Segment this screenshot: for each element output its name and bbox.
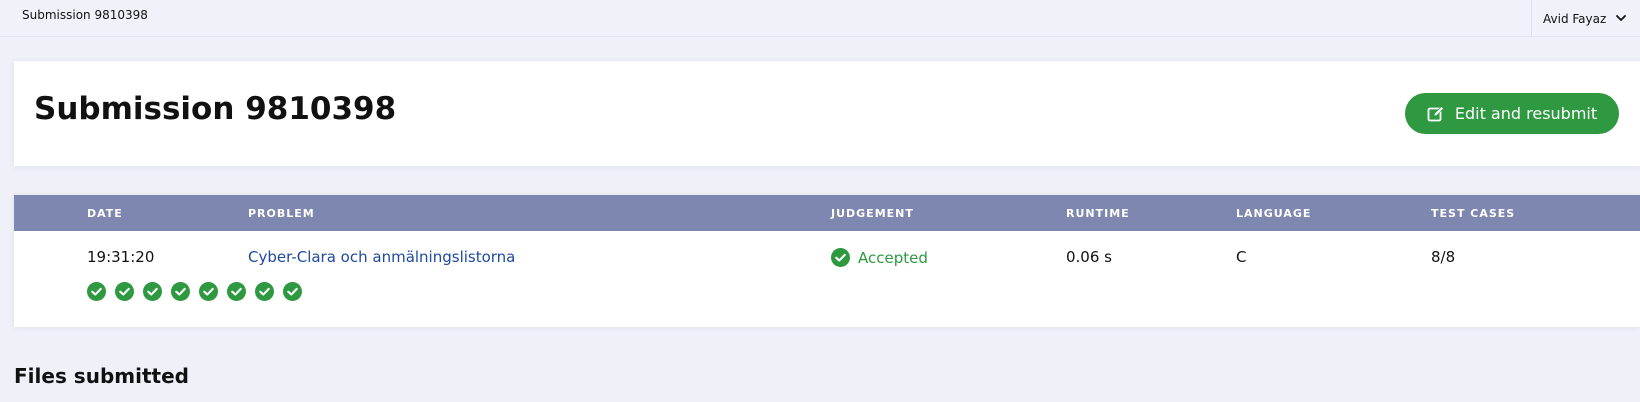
user-name: Avid Fayaz bbox=[1543, 11, 1607, 26]
top-bar: Submission 9810398 Avid Fayaz bbox=[0, 0, 1640, 37]
test-case-1-check-icon[interactable] bbox=[87, 282, 106, 301]
cell-runtime: 0.06 s bbox=[1066, 248, 1112, 266]
page-title: Submission 9810398 bbox=[34, 91, 397, 127]
edit-icon bbox=[1427, 105, 1444, 121]
cell-date: 19:31:20 bbox=[87, 248, 155, 266]
judgement-label: Accepted bbox=[858, 248, 928, 267]
column-header-language: LANGUAGE bbox=[1236, 207, 1312, 220]
edit-and-resubmit-label: Edit and resubmit bbox=[1454, 104, 1598, 123]
problem-link[interactable]: Cyber-Clara och anmälningslistorna bbox=[248, 248, 515, 266]
test-case-5-check-icon[interactable] bbox=[199, 282, 218, 301]
test-case-7-check-icon[interactable] bbox=[255, 282, 274, 301]
cell-judgement: Accepted bbox=[831, 248, 928, 267]
table-header: DATE PROBLEM JUDGEMENT RUNTIME LANGUAGE … bbox=[14, 195, 1640, 231]
column-header-date: DATE bbox=[87, 207, 123, 220]
test-case-8-check-icon[interactable] bbox=[283, 282, 302, 301]
check-circle-icon bbox=[831, 248, 850, 267]
column-header-test-cases: TEST CASES bbox=[1431, 207, 1516, 220]
test-case-3-check-icon[interactable] bbox=[143, 282, 162, 301]
test-case-results bbox=[87, 282, 302, 301]
test-case-4-check-icon[interactable] bbox=[171, 282, 190, 301]
cell-language: C bbox=[1236, 248, 1247, 266]
cell-test-cases: 8/8 bbox=[1431, 248, 1456, 266]
user-menu[interactable]: Avid Fayaz bbox=[1531, 0, 1640, 37]
test-case-6-check-icon[interactable] bbox=[227, 282, 246, 301]
submission-header: Submission 9810398 Edit and resubmit bbox=[14, 61, 1640, 166]
column-header-runtime: RUNTIME bbox=[1066, 207, 1130, 220]
column-header-judgement: JUDGEMENT bbox=[831, 207, 914, 220]
submission-table: DATE PROBLEM JUDGEMENT RUNTIME LANGUAGE … bbox=[14, 195, 1640, 327]
column-header-problem: PROBLEM bbox=[248, 207, 315, 220]
test-case-2-check-icon[interactable] bbox=[115, 282, 134, 301]
breadcrumb-title: Submission 9810398 bbox=[22, 8, 148, 22]
chevron-down-icon bbox=[1616, 15, 1626, 21]
edit-and-resubmit-button[interactable]: Edit and resubmit bbox=[1405, 93, 1619, 134]
files-submitted-heading: Files submitted bbox=[14, 364, 189, 388]
